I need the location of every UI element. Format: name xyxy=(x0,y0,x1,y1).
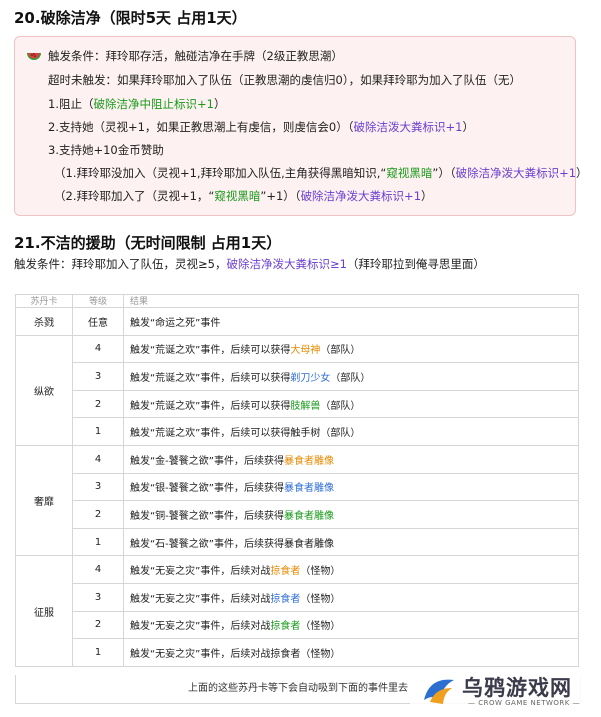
box-sub-option-2: （2.拜玲耶加入了（灵视+1，“窥视黑暗”+1）（破除洁净泼大粪标识+1） xyxy=(54,189,433,203)
section-21-condition: 触发条件：拜玲耶加入了队伍，灵视≥5，破除洁净泼大粪标识≥1（拜玲耶拉到俺寻思里… xyxy=(14,257,485,271)
level-cell: 2 xyxy=(72,389,124,419)
box-option-1: 1.阻止（破除洁净中阻止标识+1） xyxy=(48,97,226,111)
table-row: 2 触发“铜-饕餮之欲”事件，后续获得暴食者雕像 xyxy=(16,500,579,529)
watermelon-icon xyxy=(27,53,41,60)
level-cell: 3 xyxy=(72,362,124,391)
table-row: 奢靡 4 触发“金-饕餮之欲”事件，后续获得暴食者雕像 xyxy=(15,444,579,557)
table-row: 3 触发“无妄之灾”事件，后续对战掠食者（怪物） xyxy=(16,582,579,612)
box-option-3: 3.支持她+10金币赞助 xyxy=(48,143,164,157)
logo-subtitle: — CROW GAME NETWORK — xyxy=(468,699,581,707)
result-cell: 触发“荒诞之欢”事件，后续可以获得大母神（部队） xyxy=(123,334,579,364)
header-level: 等级 xyxy=(72,294,124,308)
section-20-title: 20.破除洁净（限时5天 占用1天） xyxy=(14,9,247,27)
result-cell: 触发“金-饕餮之欲”事件，后续获得暴食者雕像 xyxy=(123,444,579,474)
crow-logo-icon xyxy=(424,679,454,704)
level-cell: 1 xyxy=(72,417,124,446)
level-cell: 3 xyxy=(72,472,124,502)
table-row: 2 触发“荒诞之欢”事件，后续可以获得肢解兽（部队） xyxy=(16,389,579,419)
result-cell: 触发“铜-饕餮之欲”事件，后续获得暴食者雕像 xyxy=(123,500,579,529)
section-21-title: 21.不洁的援助（无时间限制 占用1天） xyxy=(14,234,282,252)
box-trigger-condition: 触发条件：拜玲耶存活，触碰洁净在手牌（2级正教思潮） xyxy=(48,49,343,63)
result-cell: 触发“命运之死”事件 xyxy=(123,307,579,336)
sultan-card-table: 苏丹卡 等级 结果 杀戮 任意 触发“命运之死”事件 纵欲 4 触发“荒诞之欢”事件，后续… xyxy=(15,294,579,667)
table-row: 1 触发“石-饕餮之欲”事件，后续获得暴食者雕像 xyxy=(16,527,579,557)
level-cell: 3 xyxy=(72,582,124,612)
table-row: 1 触发“无妄之灾”事件，后续对战掠食者（怪物） xyxy=(16,638,579,667)
result-cell: 触发“无妄之灾”事件，后续对战掠食者（怪物） xyxy=(123,638,579,667)
table-row: 征服 4 触发“无妄之灾”事件，后续对战掠食者（怪物） xyxy=(15,555,579,667)
result-cell: 触发“银-饕餮之欲”事件，后续获得暴食者雕像 xyxy=(123,472,579,502)
level-cell: 4 xyxy=(72,444,124,474)
result-cell: 触发“石-饕餮之欲”事件，后续获得暴食者雕像 xyxy=(123,527,579,557)
result-cell: 触发“荒诞之欢”事件，后续可以获得肢解兽（部队） xyxy=(123,389,579,419)
result-cell: 触发“荒诞之欢”事件，后续可以获得剃刀少女（部队） xyxy=(123,362,579,391)
site-logo: 乌鸦游戏网 — CROW GAME NETWORK — xyxy=(410,668,598,714)
level-cell: 2 xyxy=(72,500,124,529)
header-result: 结果 xyxy=(123,294,579,308)
table-header-row: 苏丹卡 等级 结果 xyxy=(15,294,579,308)
table-row: 纵欲 4 触发“荒诞之欢”事件，后续可以获得大母神（部队） xyxy=(15,334,579,446)
level-cell: 1 xyxy=(72,527,124,557)
level-cell: 1 xyxy=(72,638,124,667)
header-card: 苏丹卡 xyxy=(15,294,73,308)
result-cell: 触发“无妄之灾”事件，后续对战掠食者（怪物） xyxy=(123,610,579,640)
level-cell: 4 xyxy=(72,334,124,364)
card-cell: 征服 xyxy=(15,555,73,667)
box-sub-option-1: （1.拜玲耶没加入（灵视+1,拜玲耶加入队伍,主角获得黑暗知识,“窥视黑暗”）（… xyxy=(54,166,588,180)
card-cell: 纵欲 xyxy=(15,334,73,446)
logo-name: 乌鸦游戏网 xyxy=(462,676,572,700)
box-timeout-text: 超时未触发：如果拜玲耶加入了队伍（正教思潮的虔信归0），如果拜玲耶为加入了队伍（… xyxy=(48,73,522,87)
card-cell: 奢靡 xyxy=(15,444,73,557)
level-cell: 任意 xyxy=(72,307,124,336)
level-cell: 4 xyxy=(72,555,124,584)
level-cell: 2 xyxy=(72,610,124,640)
result-cell: 触发“无妄之灾”事件，后续对战掠食者（怪物） xyxy=(123,582,579,612)
box-option-2: 2.支持她（灵视+1，如果正教思潮上有虔信，则虔信会0）（破除洁泼大粪标识+1） xyxy=(48,120,474,134)
table-row: 杀戮 任意 触发“命运之死”事件 xyxy=(15,307,579,336)
table-row: 1 触发“荒诞之欢”事件，后续可以获得触手树（部队） xyxy=(16,417,579,446)
table-row: 3 触发“银-饕餮之欲”事件，后续获得暴食者雕像 xyxy=(16,472,579,502)
table-row: 2 触发“无妄之灾”事件，后续对战掠食者（怪物） xyxy=(16,610,579,640)
card-cell: 杀戮 xyxy=(15,307,73,336)
result-cell: 触发“无妄之灾”事件，后续对战掠食者（怪物） xyxy=(123,555,579,584)
result-cell: 触发“荒诞之欢”事件，后续可以获得触手树（部队） xyxy=(123,417,579,446)
table-row: 3 触发“荒诞之欢”事件，后续可以获得剃刀少女（部队） xyxy=(16,362,579,391)
